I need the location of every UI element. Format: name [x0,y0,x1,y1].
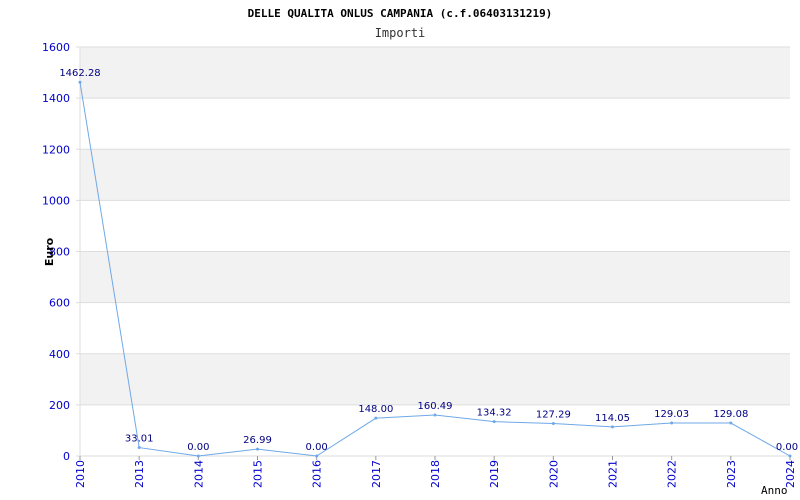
chart-title: DELLE QUALITA ONLUS CAMPANIA (c.f.064031… [248,7,553,20]
x-tick-label: 2020 [547,460,560,488]
x-tick-label: 2010 [74,460,87,488]
plot-band [80,98,790,150]
y-axis-label: Euro [43,237,56,266]
data-label: 129.03 [654,409,689,420]
data-label: 134.32 [477,408,512,419]
x-tick-label: 2017 [370,460,383,488]
data-label: 0.00 [776,442,798,453]
data-label: 148.00 [358,404,393,415]
plot-band [80,251,790,303]
plot-band [80,353,790,405]
y-tick-label: 1000 [42,194,70,207]
data-point [611,425,614,429]
data-label: 114.05 [595,413,630,424]
x-tick-label: 2023 [725,460,738,488]
plot-band [80,200,790,252]
data-label: 127.29 [536,409,571,420]
data-point [315,454,319,458]
x-tick-label: 2016 [311,460,324,488]
data-point [433,413,437,417]
y-tick-label: 400 [49,348,70,361]
y-tick-label: 1400 [42,92,70,105]
data-label: 33.01 [125,434,154,445]
x-tick-label: 2015 [252,460,265,488]
data-label: 0.00 [306,442,328,453]
y-tick-label: 600 [49,297,70,310]
data-label: 1462.28 [59,68,100,79]
data-point [551,421,555,425]
x-tick-label: 2019 [488,460,501,488]
y-tick-label: 1600 [42,41,70,54]
y-tick-label: 1200 [42,143,70,156]
data-point [492,420,496,424]
data-point [788,454,792,458]
x-tick-label: 2014 [192,460,205,488]
x-tick-label: 2022 [666,460,679,488]
x-tick-label: 2021 [607,460,620,488]
data-point [670,421,674,425]
data-point [137,446,141,450]
data-label: 129.08 [713,409,748,420]
data-point [729,421,733,425]
plot-band [80,302,790,354]
data-point [196,454,200,458]
plot-band [80,47,790,99]
y-tick-label: 0 [63,450,70,463]
data-label: 0.00 [187,442,209,453]
data-label: 26.99 [243,435,272,446]
chart: DELLE QUALITA ONLUS CAMPANIA (c.f.064031… [42,7,798,497]
plot-band [80,149,790,201]
y-tick-label: 200 [49,399,70,412]
x-tick-label: 2013 [133,460,146,488]
data-point [374,416,378,420]
x-axis-label: Anno [761,484,788,497]
data-point [78,80,82,84]
x-tick-label: 2018 [429,460,442,488]
data-point [256,447,259,451]
x-axis-ticks: 2010 2013 2014 2015 2016 2017 2018 2019 2020 2021… [74,456,797,488]
chart-subtitle: Importi [375,26,426,40]
data-label: 160.49 [418,401,453,412]
